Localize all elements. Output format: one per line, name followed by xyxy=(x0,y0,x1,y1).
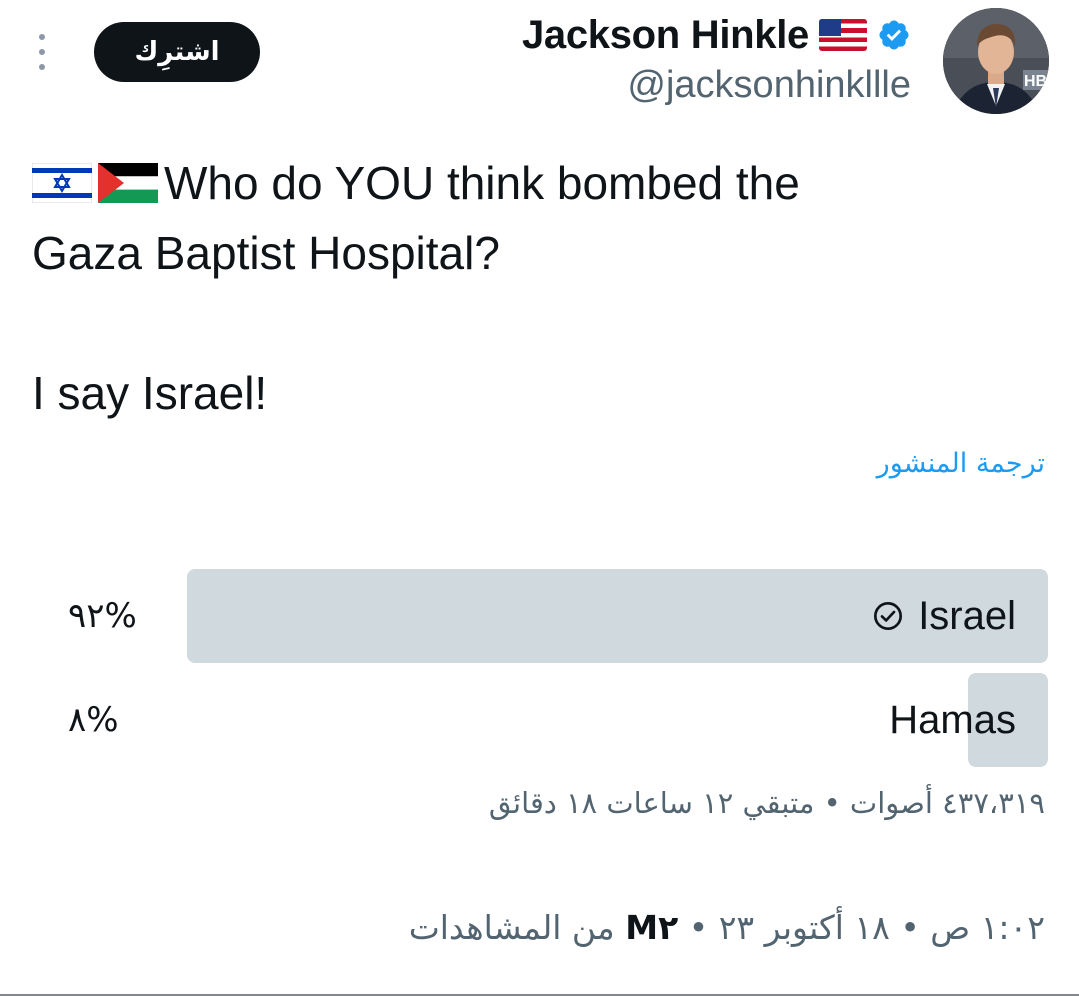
author-name-row: Jackson Hinkle xyxy=(522,10,911,60)
tweet-first-line: Who do YOU think bombed the xyxy=(32,148,1042,218)
palestine-flag-icon xyxy=(98,163,158,203)
views-label: من المشاهدات xyxy=(408,908,615,947)
poll-option-label: Israel xyxy=(918,593,1016,638)
author-handle[interactable]: @jacksonhinkllle xyxy=(627,64,911,107)
tweet-timestamp: ١:٠٢ ص • ١٨ أكتوبر ٢٣ • M٢ من المشاهدات xyxy=(409,908,1045,947)
poll-option-hamas[interactable]: Hamas %٨ xyxy=(32,673,1048,767)
poll-option-percent: %٨ xyxy=(68,700,119,740)
views-count: M٢ xyxy=(625,908,679,947)
poll-option-label-row: Israel xyxy=(872,569,1016,663)
poll-option-israel[interactable]: Israel %٩٢ xyxy=(32,569,1048,663)
tweet-text-line-2: Gaza Baptist Hospital? xyxy=(32,227,500,279)
poll-option-label: Hamas xyxy=(889,697,1016,742)
tweet-third-line: I say Israel! xyxy=(32,358,1042,428)
timestamp-separator: • xyxy=(688,908,709,947)
more-options-icon[interactable] xyxy=(36,34,48,70)
poll-option-percent: %٩٢ xyxy=(68,596,137,636)
tweet-time-date[interactable]: ١:٠٢ ص • ١٨ أكتوبر ٢٣ xyxy=(719,908,1045,947)
translate-post-link[interactable]: ترجمة المنشور xyxy=(877,448,1045,479)
tweet-text-line-3: I say Israel! xyxy=(32,367,268,419)
avatar[interactable]: HB xyxy=(943,8,1049,114)
tweet-body: Who do YOU think bombed the Gaza Baptist… xyxy=(32,148,1042,428)
us-flag-icon xyxy=(819,19,867,51)
check-circle-icon xyxy=(874,602,903,630)
verified-badge-icon[interactable] xyxy=(877,18,911,52)
poll-option-label-row: Hamas xyxy=(889,673,1016,767)
poll-meta: ٤٣٧،٣١٩ أصوات • متبقي ١٢ ساعات ١٨ دقائق xyxy=(488,786,1045,820)
avatar-image: HB xyxy=(943,8,1049,114)
author-display-name[interactable]: Jackson Hinkle xyxy=(522,13,809,58)
tweet-text-line-1: Who do YOU think bombed the xyxy=(164,157,800,209)
avatar-badge-text: HB xyxy=(1024,73,1047,90)
israel-flag-icon xyxy=(32,163,92,203)
tweet-second-line: Gaza Baptist Hospital? xyxy=(32,218,1042,288)
subscribe-button[interactable]: اشترِك xyxy=(94,22,260,82)
